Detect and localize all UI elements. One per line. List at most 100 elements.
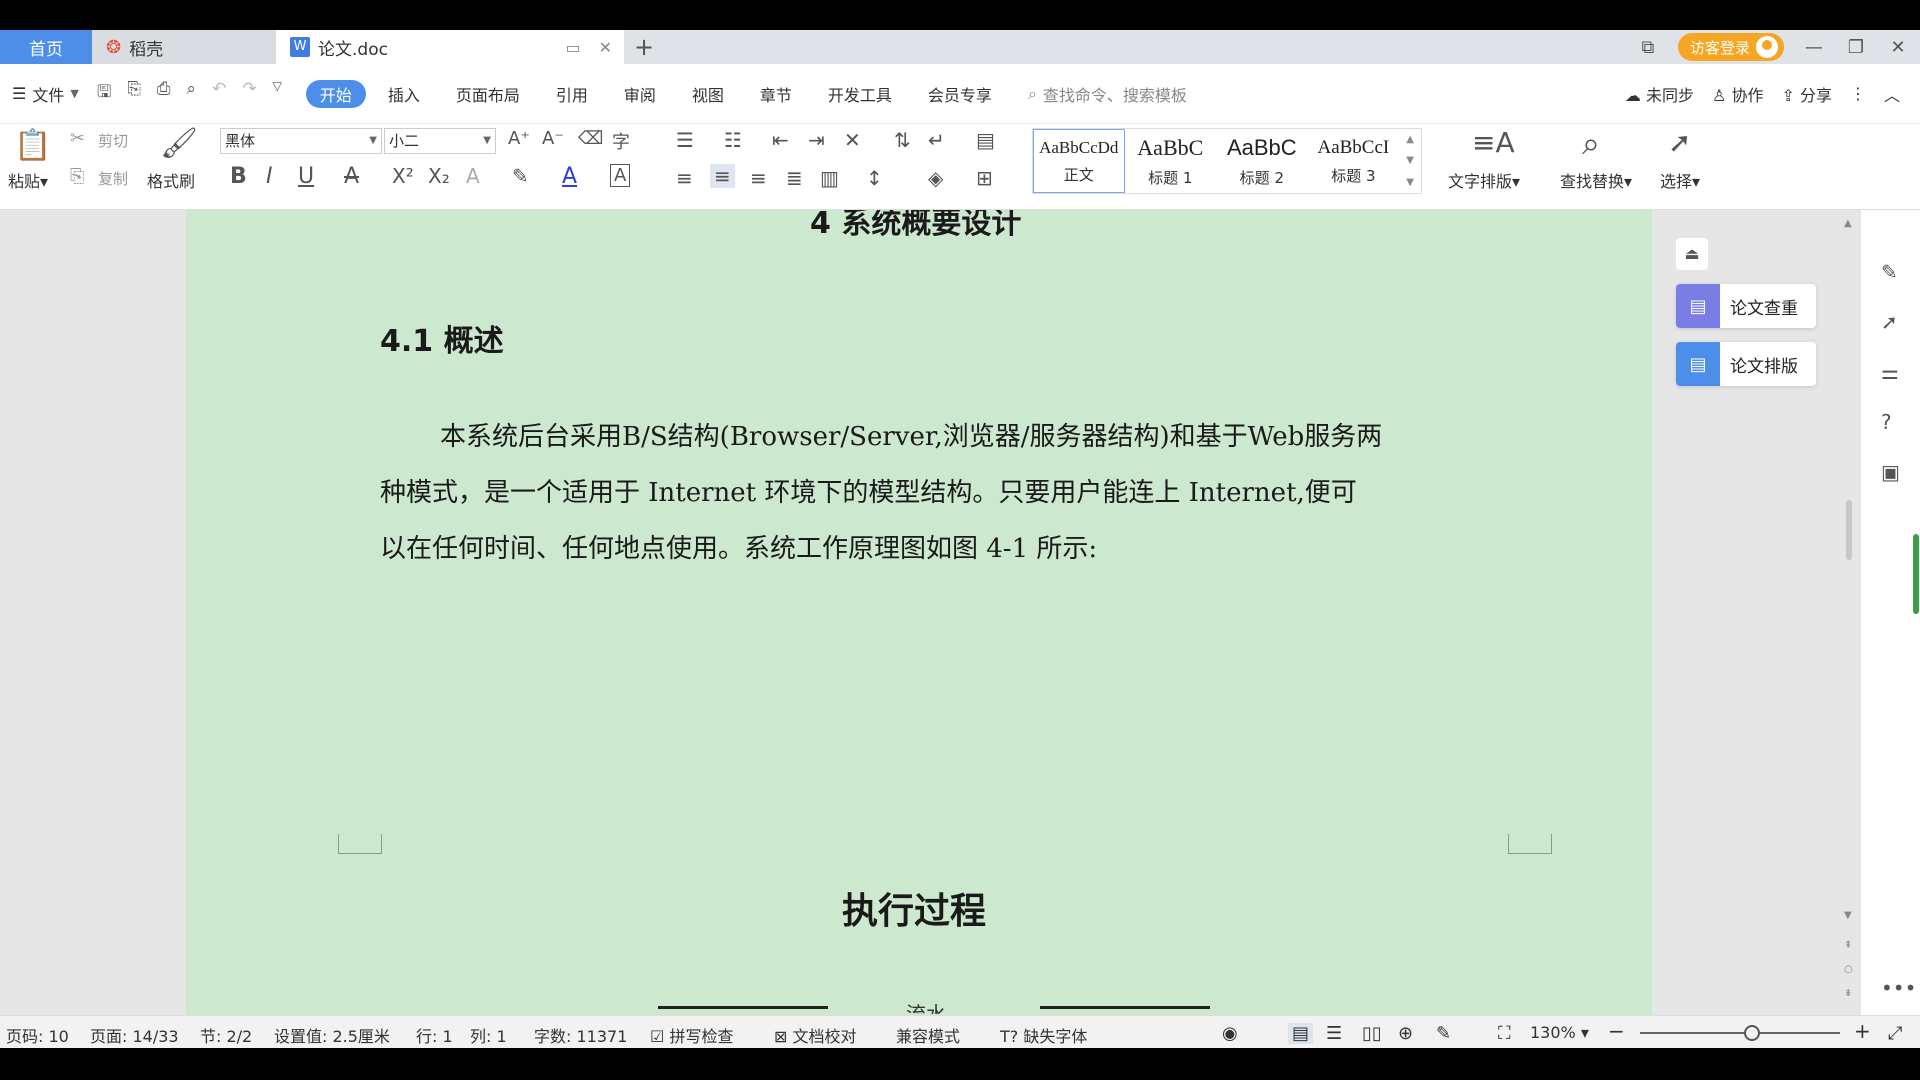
more-options-icon[interactable]: ••• (1881, 976, 1916, 1000)
more-icon[interactable]: ⋮ (1850, 84, 1866, 103)
zoom-out-icon[interactable]: − (1608, 1019, 1625, 1043)
sync-status[interactable]: ☁ 未同步 (1625, 82, 1694, 106)
image-tool-icon[interactable]: ▣ (1881, 460, 1900, 484)
align-center-icon[interactable]: ≡ (710, 164, 735, 188)
command-search[interactable]: ⌕ 查找命令、搜索模板 (1028, 82, 1187, 106)
menu-view[interactable]: 视图 (674, 80, 742, 108)
status-word-count[interactable]: 字数: 11371 (534, 1023, 627, 1047)
menu-member[interactable]: 会员专享 (910, 80, 1010, 108)
align-right-icon[interactable]: ≡ (750, 166, 767, 190)
save-icon[interactable]: 🖫 (97, 79, 111, 108)
numbered-list-icon[interactable]: ☷ (724, 128, 742, 152)
magnifier-icon[interactable]: ⌕ (1582, 124, 1600, 163)
write-mode-icon[interactable]: ✎ (1436, 1023, 1451, 1044)
close-tab-icon[interactable]: ✕ (599, 38, 612, 57)
vertical-scrollbar[interactable] (1842, 210, 1856, 1015)
cut-icon[interactable]: ✂ (70, 128, 85, 149)
chinese-layout-icon[interactable]: ✕ (844, 128, 861, 152)
browse-object-icon[interactable]: ○ (1844, 964, 1853, 975)
paste-button[interactable]: 粘贴▾ (8, 168, 48, 192)
rail-handle[interactable] (1913, 534, 1919, 614)
scroll-up-icon[interactable]: ▲ (1844, 218, 1852, 229)
scroll-down-icon[interactable]: ▼ (1844, 910, 1852, 921)
paste-icon[interactable]: 📋 (14, 128, 51, 163)
tab-document[interactable]: W 论文.doc ▭ ✕ (276, 30, 624, 64)
file-menu[interactable]: ☰ 文件 ▼ (12, 82, 79, 106)
justify-icon[interactable]: ≣ (786, 166, 803, 190)
print-preview-icon[interactable]: ⌕ (187, 79, 197, 108)
minimize-icon[interactable]: — (1802, 37, 1826, 58)
bold-icon[interactable]: B (230, 164, 247, 189)
web-view-icon[interactable]: ⊕ (1398, 1023, 1413, 1044)
style-heading-3[interactable]: AaBbCcI 标题 3 (1308, 129, 1400, 193)
missing-font-button[interactable]: T? 缺失字体 (1000, 1023, 1087, 1047)
fit-page-icon[interactable]: ⛶ (1498, 1023, 1511, 1044)
window-layout-icon[interactable]: ⧉ (1636, 37, 1660, 58)
customize-icon[interactable]: ▽ (273, 79, 282, 108)
cursor-select-icon[interactable]: ➚ (1668, 126, 1691, 159)
pointer-icon[interactable]: ➚ (1881, 310, 1898, 334)
shading-icon[interactable]: ◈ (928, 166, 943, 190)
style-gallery-scroll[interactable]: ▲ ▼ ▼ (1399, 129, 1421, 193)
reading-view-icon[interactable]: ▯▯ (1362, 1023, 1382, 1044)
decrease-font-icon[interactable]: A⁻ (542, 128, 564, 149)
next-page-icon[interactable]: ⇟ (1844, 988, 1852, 999)
menu-developer[interactable]: 开发工具 (810, 80, 910, 108)
format-painter-icon[interactable]: 🖌 (160, 126, 198, 161)
find-replace-button[interactable]: 查找替换▾ (1560, 168, 1632, 192)
new-tab-button[interactable]: + (624, 30, 664, 64)
print-icon[interactable]: ⎙ (157, 79, 171, 108)
scrollbar-thumb[interactable] (1846, 500, 1852, 560)
status-page-code[interactable]: 页码: 10 (6, 1023, 69, 1047)
tab-home[interactable]: 首页 (0, 30, 92, 64)
status-setting[interactable]: 设置值: 2.5厘米 (274, 1023, 390, 1047)
export-icon[interactable]: ⎘ (127, 79, 141, 108)
status-page[interactable]: 页面: 14/33 (90, 1023, 179, 1047)
menu-references[interactable]: 引用 (538, 80, 606, 108)
superscript-icon[interactable]: X² (392, 164, 414, 188)
undo-icon[interactable]: ↶ (212, 79, 226, 108)
eye-protection-icon[interactable]: ◉ (1222, 1023, 1238, 1044)
strikethrough-icon[interactable]: A (344, 164, 359, 189)
show-marks-icon[interactable]: ↵ (928, 128, 945, 152)
style-normal[interactable]: AaBbCcDd 正文 (1033, 129, 1125, 193)
align-left-icon[interactable]: ≡ (676, 166, 693, 190)
subscript-icon[interactable]: X₂ (428, 164, 450, 188)
prev-page-icon[interactable]: ⇞ (1844, 940, 1852, 951)
increase-font-icon[interactable]: A⁺ (508, 128, 530, 149)
ruler-icon[interactable]: ▤ (976, 128, 995, 152)
menu-page-layout[interactable]: 页面布局 (438, 80, 538, 108)
status-section[interactable]: 节: 2/2 (200, 1023, 252, 1047)
highlight-icon[interactable]: ✎ (512, 164, 529, 188)
zoom-slider[interactable] (1640, 1025, 1840, 1041)
zoom-level[interactable]: 130% ▾ (1530, 1023, 1589, 1042)
borders-icon[interactable]: ⊞ (976, 166, 993, 190)
proofread-button[interactable]: ⊠ 文档校对 (774, 1023, 857, 1047)
menu-review[interactable]: 审阅 (606, 80, 674, 108)
text-layout-button[interactable]: 文字排版▾ (1448, 168, 1520, 192)
italic-icon[interactable]: I (266, 164, 273, 189)
clear-format-icon[interactable]: ⌫ (578, 128, 603, 149)
char-border-icon[interactable]: A (610, 164, 631, 187)
document-page[interactable]: 4 系统概要设计 4.1 概述 本系统后台采用B/S结构(Browser/Ser… (186, 210, 1652, 1015)
help-icon[interactable]: ? (1881, 410, 1892, 434)
font-color-icon[interactable]: A (562, 164, 577, 189)
text-effect-icon[interactable]: A (466, 164, 480, 188)
monitor-icon[interactable]: ▭ (565, 38, 580, 57)
decrease-indent-icon[interactable]: ⇤ (772, 128, 789, 152)
pen-icon[interactable]: ✎ (1881, 260, 1898, 284)
paper-layout-button[interactable]: ▤ 论文排版 (1676, 342, 1816, 386)
copy-icon[interactable]: ⎘ (70, 166, 84, 187)
text-layout-icon[interactable]: ≡A (1472, 126, 1515, 159)
tab-daoke[interactable]: ❂ 稻壳 (92, 30, 276, 64)
page-view-icon[interactable]: ▤ (1288, 1023, 1314, 1044)
menu-home[interactable]: 开始 (305, 79, 366, 108)
copy-button[interactable]: 复制 (98, 168, 128, 189)
restore-icon[interactable]: ❐ (1844, 37, 1868, 58)
select-button[interactable]: 选择▾ (1660, 168, 1700, 192)
fullscreen-icon[interactable]: ⤢ (1888, 1023, 1902, 1044)
compat-mode[interactable]: 兼容模式 (896, 1023, 960, 1047)
menu-chapter[interactable]: 章节 (742, 80, 810, 108)
style-heading-2[interactable]: AaBbC 标题 2 (1216, 129, 1308, 193)
distribute-icon[interactable]: ▥ (820, 166, 839, 190)
